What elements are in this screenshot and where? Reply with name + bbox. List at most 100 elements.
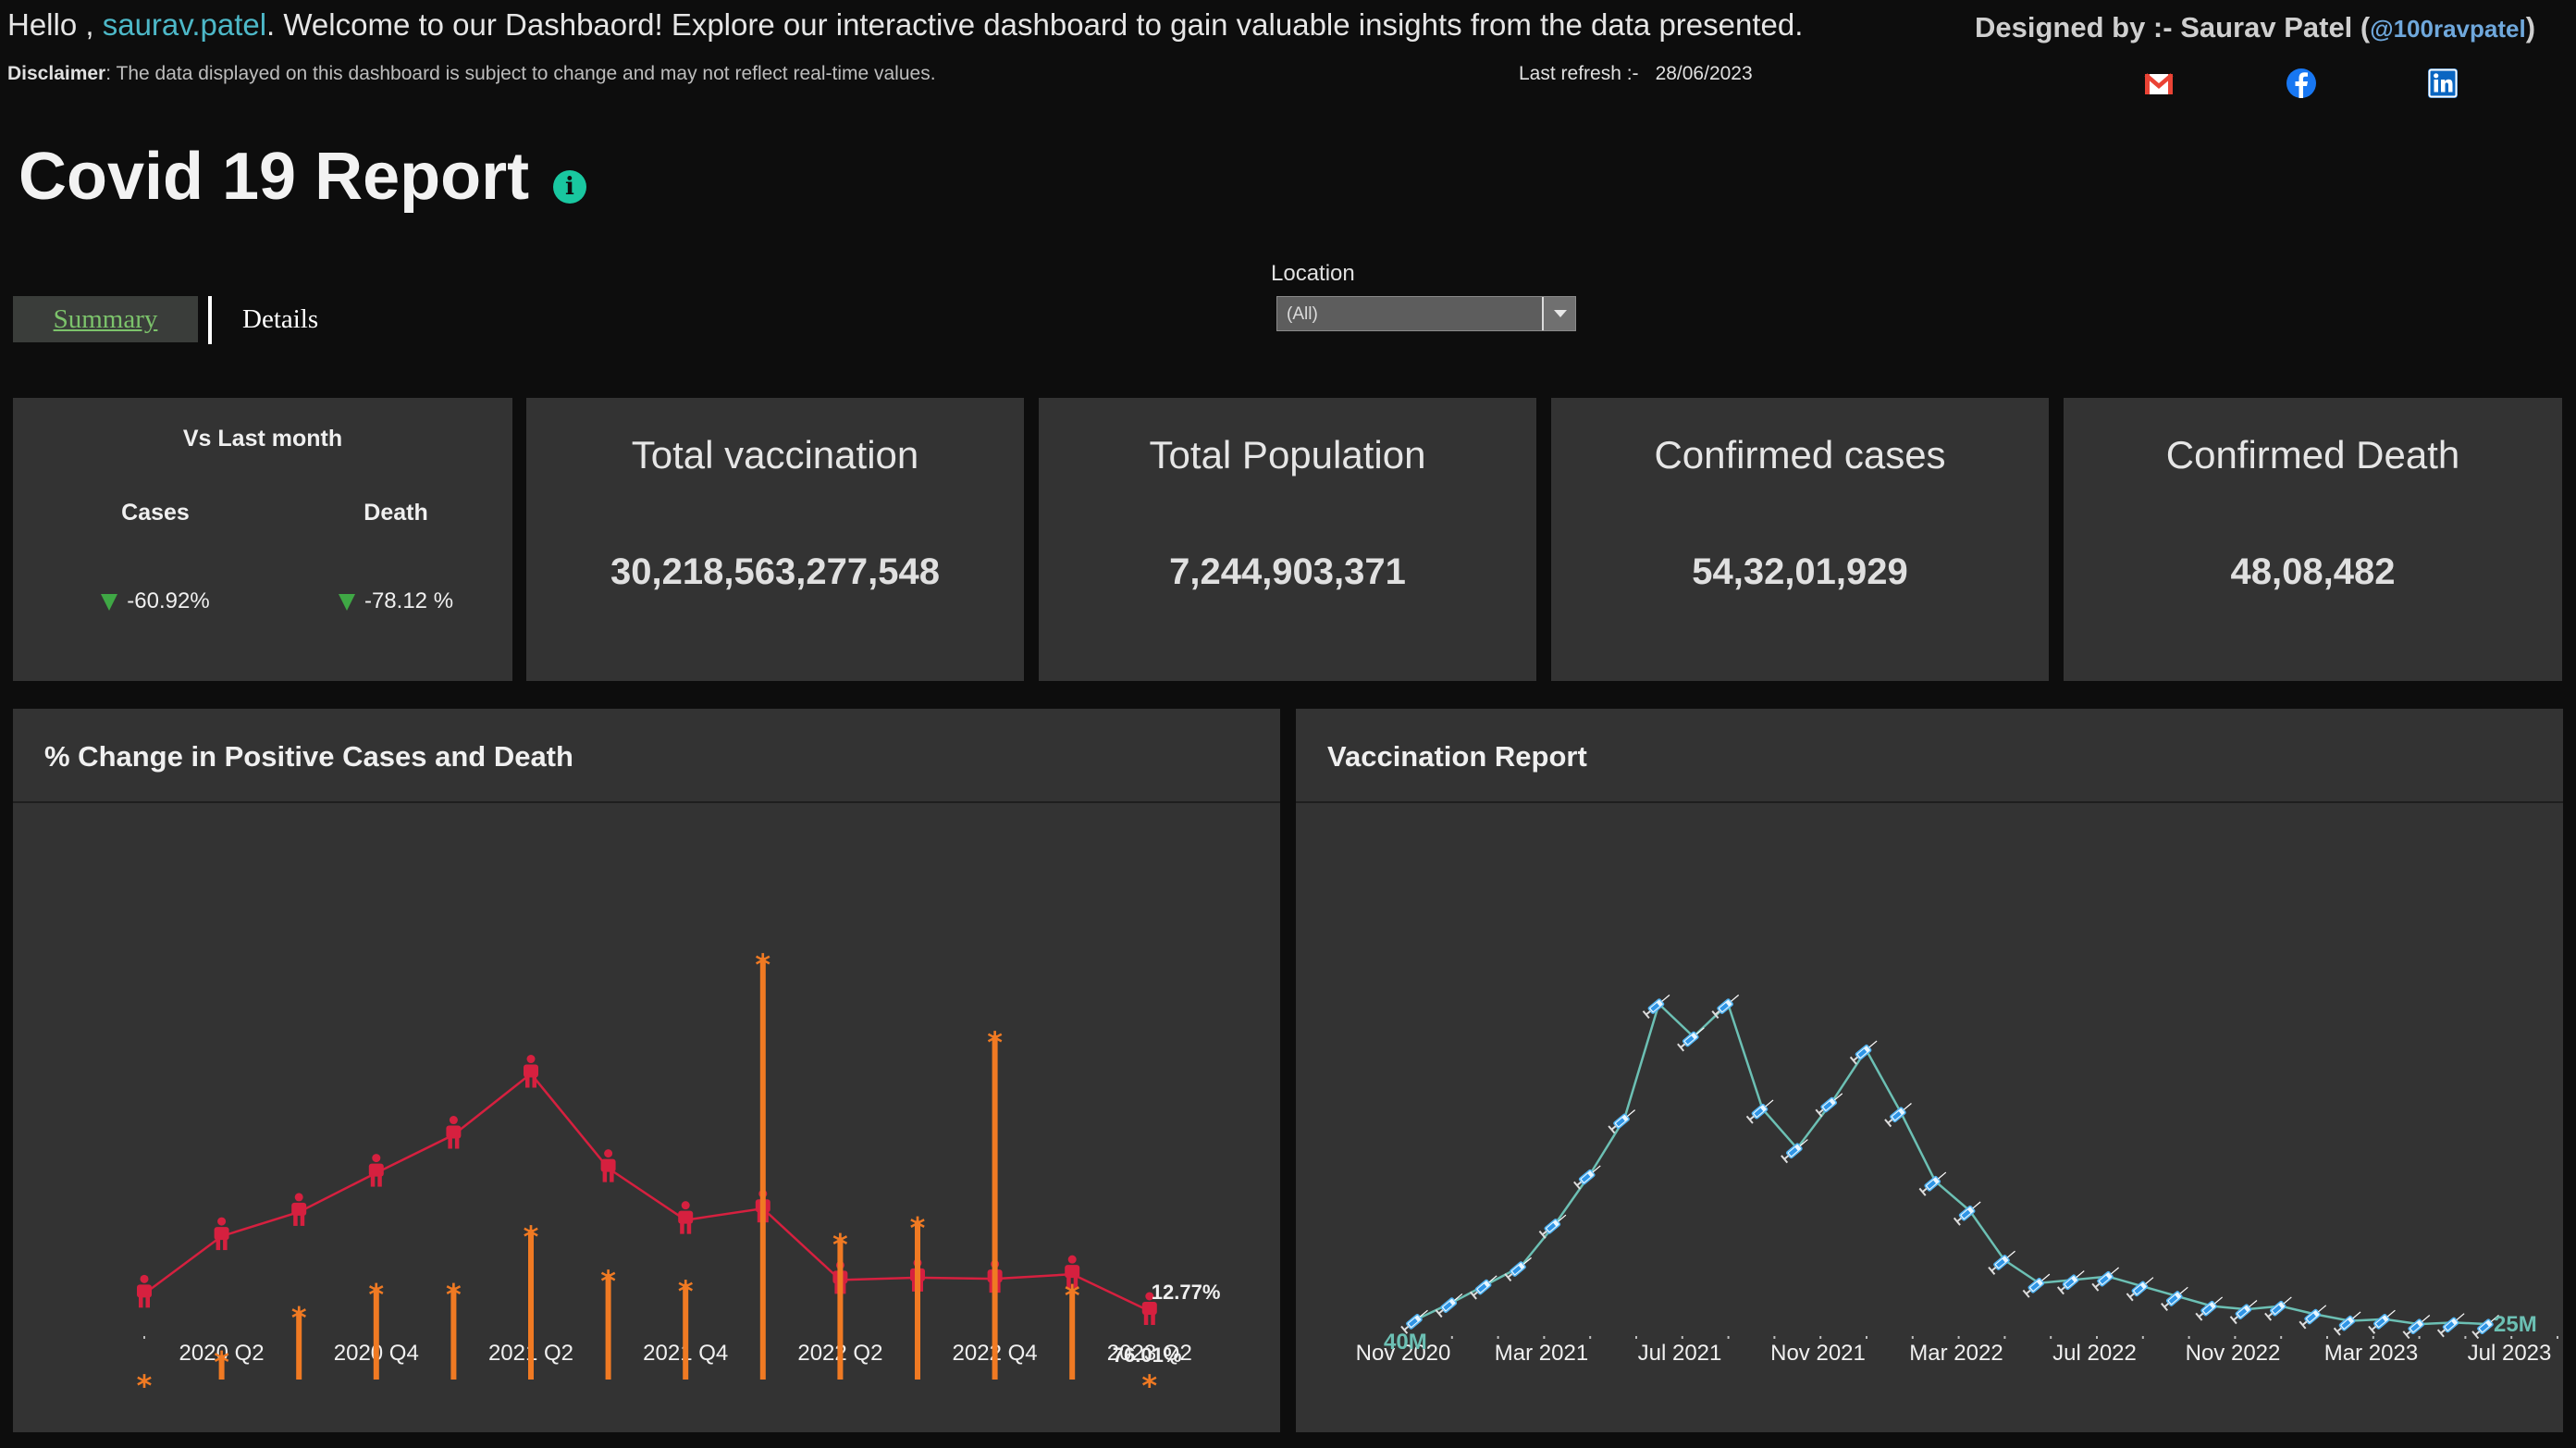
- location-filter-label: Location: [1271, 261, 1355, 286]
- chevron-down-icon[interactable]: [1542, 297, 1575, 330]
- facebook-icon[interactable]: [2285, 67, 2318, 100]
- designer-handle[interactable]: @100ravpatel: [2370, 15, 2525, 43]
- x-tick-mark: [2464, 1336, 2467, 1339]
- tab-divider: [208, 296, 212, 344]
- death-change-bar: [992, 1035, 998, 1380]
- asterisk-marker: *: [368, 1277, 384, 1312]
- person-body: [524, 1064, 538, 1078]
- kpi-card-confirmed-death: Confirmed Death 48,08,482: [2064, 398, 2562, 681]
- syringe-icon: [1642, 994, 1670, 1020]
- vs-last-month-title: Vs Last month: [182, 426, 343, 452]
- asterisk-marker: *: [446, 1277, 462, 1312]
- kpi-value: 48,08,482: [2230, 551, 2396, 592]
- designer-close: ): [2525, 11, 2536, 43]
- x-tick-mark: [1589, 1336, 1592, 1339]
- syringe-needle: [2283, 1296, 2292, 1305]
- vaccination-chart-panel: Vaccination Report Nov 2020 Mar 2021 Jul 2…: [1296, 709, 2563, 1432]
- x-tick-mark: [1450, 1336, 1453, 1339]
- vaccination-line: [1416, 1001, 2489, 1326]
- person-body: [678, 1210, 694, 1224]
- down-arrow-icon: [338, 593, 355, 611]
- x-tick-mark: [1497, 1336, 1499, 1339]
- designer-label: Designed by :- Saurav Patel (: [1975, 11, 2371, 43]
- syringe-needle: [2041, 1273, 2051, 1281]
- person-leg: [448, 1137, 452, 1149]
- syringe-needle: [2386, 1309, 2396, 1318]
- person-leg: [223, 1239, 228, 1251]
- asterisk-marker: *: [678, 1274, 694, 1309]
- x-tick-mark: [1681, 1336, 1683, 1339]
- person-head: [681, 1201, 690, 1210]
- syringe-needle: [2076, 1270, 2085, 1279]
- location-dropdown-value: (All): [1287, 304, 1318, 324]
- asterisk-marker: *: [987, 1025, 1003, 1060]
- cases-change-value: -60.92%: [127, 588, 210, 613]
- last-refresh: Last refresh :- 28/06/2023: [1519, 63, 1753, 85]
- location-dropdown[interactable]: (All): [1276, 296, 1576, 331]
- x-tick-label: Nov 2021: [1770, 1341, 1866, 1366]
- person-marker: [524, 1055, 538, 1088]
- asterisk-marker: *: [755, 947, 770, 983]
- down-arrow-icon: [101, 593, 118, 611]
- x-tick-mark: [1635, 1336, 1637, 1339]
- person-leg: [532, 1076, 536, 1088]
- x-tick-mark: [1543, 1336, 1546, 1339]
- syringe-needle: [2421, 1315, 2431, 1323]
- start-value-label: 40M: [1384, 1330, 1427, 1355]
- info-icon[interactable]: i: [553, 170, 586, 204]
- x-tick-mark: [1819, 1336, 1822, 1339]
- syringe-icon: [1573, 1165, 1601, 1190]
- syringe-icon: [1435, 1293, 1463, 1318]
- x-tick-mark: [2280, 1336, 2283, 1339]
- asterisk-marker: *: [910, 1210, 926, 1245]
- syringe-needle: [1661, 994, 1670, 1002]
- disclaimer-text: : The data displayed on this dashboard i…: [105, 63, 936, 84]
- person-leg: [610, 1170, 614, 1182]
- gmail-icon[interactable]: [2142, 67, 2175, 100]
- kpi-title: Confirmed Death: [2165, 433, 2460, 476]
- person-leg: [300, 1214, 305, 1226]
- person-head: [526, 1055, 536, 1064]
- panel-header: Vaccination Report: [1296, 709, 2563, 803]
- kpi-title: Confirmed cases: [1654, 433, 1946, 476]
- person-body: [291, 1202, 307, 1216]
- end-value-label: 25M: [2494, 1312, 2537, 1337]
- person-body: [137, 1284, 152, 1298]
- x-tick-mark: [1773, 1336, 1776, 1339]
- syringe-needle: [2110, 1267, 2119, 1275]
- vaccination-chart: Nov 2020 Mar 2021 Jul 2021 Nov 2021 Mar 2022…: [1356, 994, 2558, 1366]
- death-label: Death: [364, 500, 428, 526]
- greeting-prefix: Hello ,: [7, 7, 94, 42]
- x-tick-mark: [2418, 1336, 2421, 1339]
- kpi-card-confirmed-cases: Confirmed cases 54,32,01,929: [1551, 398, 2049, 681]
- person-body: [446, 1125, 462, 1139]
- death-end-label: 76.01%: [1113, 1343, 1182, 1367]
- syringe-needle: [1972, 1201, 1981, 1209]
- x-tick-label: Jul 2023: [2468, 1341, 2552, 1366]
- syringe-icon: [2229, 1300, 2258, 1325]
- person-leg: [293, 1214, 298, 1226]
- person-leg: [139, 1296, 143, 1308]
- x-tick-label: Mar 2023: [2324, 1341, 2418, 1366]
- syringe-icon: [1918, 1171, 1947, 1196]
- person-leg: [216, 1239, 221, 1251]
- disclaimer-label: Disclaimer: [7, 63, 106, 84]
- kpi-value: 7,244,903,371: [1169, 551, 1406, 592]
- person-marker: [214, 1217, 229, 1251]
- death-change: -78.12 %: [276, 588, 516, 614]
- death-change-value: -78.12 %: [364, 588, 454, 613]
- death-change-bar: [759, 958, 766, 1380]
- linkedin-icon[interactable]: [2426, 67, 2459, 100]
- x-tick-mark: [2096, 1336, 2098, 1339]
- tab-details[interactable]: Details: [242, 296, 381, 342]
- syringe-needle: [1626, 1109, 1636, 1118]
- syringe-needle: [1765, 1099, 1774, 1108]
- person-body: [1141, 1302, 1157, 1315]
- syringe-needle: [1903, 1103, 1912, 1111]
- person-leg: [145, 1296, 150, 1308]
- disclaimer: Disclaimer: The data displayed on this d…: [7, 63, 936, 85]
- x-tick-label: Mar 2022: [1909, 1341, 2003, 1366]
- syringe-icon: [1538, 1214, 1567, 1239]
- tab-summary[interactable]: Summary: [13, 296, 198, 342]
- syringe-needle: [2006, 1250, 2015, 1258]
